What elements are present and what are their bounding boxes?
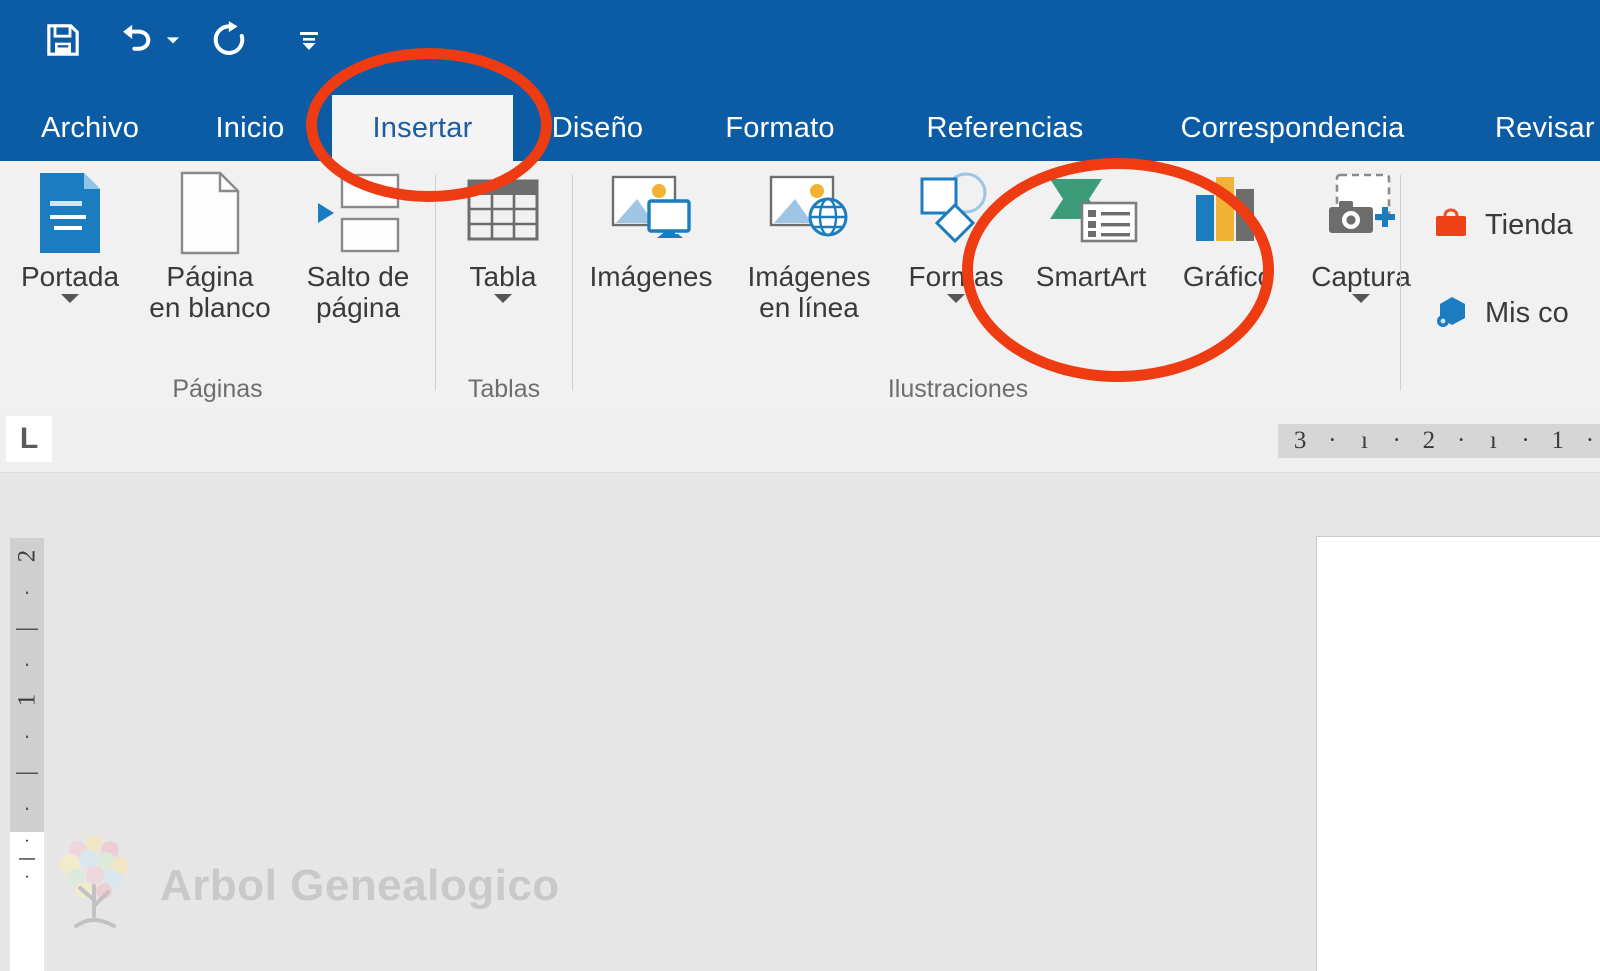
ruler-mark: 3 [1293,427,1307,454]
undo-dropdown-chevron-down-icon[interactable] [166,17,180,63]
ruler-mark: · [1456,427,1466,454]
save-button[interactable] [40,17,86,63]
addins-icon [1431,291,1471,336]
vruler-mark: · [23,795,31,820]
customize-qat-button[interactable] [292,17,326,63]
pagina-en-blanco-button[interactable]: Página en blanco [130,167,290,324]
vruler-mark: — [16,759,38,784]
portada-label: Portada [20,261,120,292]
imagenes-label: Imágenes [589,261,713,292]
vruler-mark: · [23,651,31,676]
ruler-mark: ı [1361,427,1368,454]
vruler-mark: 2 [13,549,40,563]
vruler-mark: · [23,579,31,604]
ruler-mark: ı [1489,427,1497,454]
formas-button[interactable]: Formas [891,167,1021,304]
ribbon-group-paginas: Portada Página en blanco Salto de página… [0,161,435,410]
quick-access-toolbar [40,12,326,68]
imagenes-en-linea-button[interactable]: Imágenes en línea [725,167,893,324]
store-icon [1431,203,1471,248]
formas-label: Formas [908,261,1004,292]
salto-de-pagina-label: Salto de página [306,261,410,324]
cover-page-icon [32,167,108,259]
online-pictures-icon [759,167,859,259]
smartart-button[interactable]: SmartArt [1013,167,1169,292]
shapes-icon [908,167,1004,259]
page-break-icon [308,167,408,259]
vruler-mark: — [16,615,38,640]
ruler-mark: · [1328,427,1337,454]
document-page[interactable] [1316,536,1600,971]
vertical-ruler[interactable]: 2 · — · 1 · — · [10,538,44,832]
screenshot-icon [1315,167,1407,259]
tab-formato[interactable]: Formato [705,95,855,161]
tab-correspondencia[interactable]: Correspondencia [1155,95,1430,161]
vruler-mark: 1 [13,693,40,707]
blank-page-icon [173,167,247,259]
mis-complementos-button[interactable]: Mis co [1431,291,1569,336]
group-label-paginas: Páginas [172,375,263,403]
portada-button[interactable]: Portada [6,167,134,304]
horizontal-ruler-band: L 3 · ı · 2 · ı · 1 · [0,410,1600,473]
ribbon-tab-strip: Archivo Inicio Insertar Diseño Formato R… [0,95,1600,161]
tab-revisar[interactable]: Revisar [1495,95,1600,161]
title-bar [0,0,1600,95]
family-tree-logo [48,828,146,943]
vruler-mark: · [24,832,30,849]
tabla-button[interactable]: Tabla [438,167,568,304]
ruler-mark: 2 [1422,427,1436,454]
table-icon [461,167,545,259]
portada-dropdown-chevron-down-icon[interactable] [61,294,79,304]
redo-button[interactable] [206,17,252,63]
captura-dropdown-chevron-down-icon[interactable] [1352,294,1370,304]
mis-complementos-label: Mis co [1485,297,1569,329]
ribbon-group-ilustraciones: Imágenes Imágenes en línea Formas SmartA… [573,161,1411,410]
vruler-mark: — [19,850,35,867]
imagenes-en-linea-label: Imágenes en línea [747,261,871,324]
tienda-button[interactable]: Tienda [1431,203,1573,248]
ruler-mark: 1 [1551,427,1564,454]
chart-icon [1188,167,1268,259]
word-application-window: Archivo Inicio Insertar Diseño Formato R… [0,0,1600,971]
smartart-label: SmartArt [1035,261,1147,292]
formas-dropdown-chevron-down-icon[interactable] [947,294,965,304]
ruler-mark: · [1521,427,1530,454]
vruler-mark: · [23,723,31,748]
smartart-icon [1038,167,1144,259]
ruler-mark: · [1392,427,1401,454]
pictures-icon [601,167,701,259]
vruler-mark: · [24,868,30,885]
ribbon-group-tablas: Tabla Tablas [436,161,572,410]
group-label-tablas: Tablas [467,375,541,403]
tabla-label: Tabla [469,261,537,292]
imagenes-button[interactable]: Imágenes [577,167,725,292]
pagina-en-blanco-label: Página en blanco [149,261,271,324]
tab-stop-selector-glyph: L [19,422,39,455]
ribbon-group-complementos: Tienda Mis co [1401,161,1600,410]
ruler-mark: · [1585,427,1595,454]
vertical-ruler-page-section[interactable]: · — · [10,832,44,971]
salto-de-pagina-button[interactable]: Salto de página [286,167,430,324]
horizontal-ruler[interactable]: 3 · ı · 2 · ı · 1 · [1278,424,1600,458]
grafico-button[interactable]: Gráfico [1159,167,1297,292]
tienda-label: Tienda [1485,209,1573,241]
tabla-dropdown-chevron-down-icon[interactable] [494,294,512,304]
tab-referencias[interactable]: Referencias [905,95,1105,161]
undo-button[interactable] [112,17,158,63]
tab-diseno[interactable]: Diseño [530,95,665,161]
tab-inicio[interactable]: Inicio [190,95,310,161]
tab-stop-selector[interactable]: L [6,416,52,462]
captura-label: Captura [1311,261,1411,292]
tab-archivo[interactable]: Archivo [15,95,165,161]
grafico-label: Gráfico [1182,261,1274,292]
document-watermark: Arbol Genealogico [48,828,560,943]
ribbon: Portada Página en blanco Salto de página… [0,161,1600,412]
watermark-text: Arbol Genealogico [160,860,560,910]
group-label-ilustraciones: Ilustraciones [887,375,1029,403]
tab-insertar[interactable]: Insertar [332,95,513,161]
document-workspace: L 3 · ı · 2 · ı · 1 · 2 · — · 1 · — · · … [0,410,1600,971]
